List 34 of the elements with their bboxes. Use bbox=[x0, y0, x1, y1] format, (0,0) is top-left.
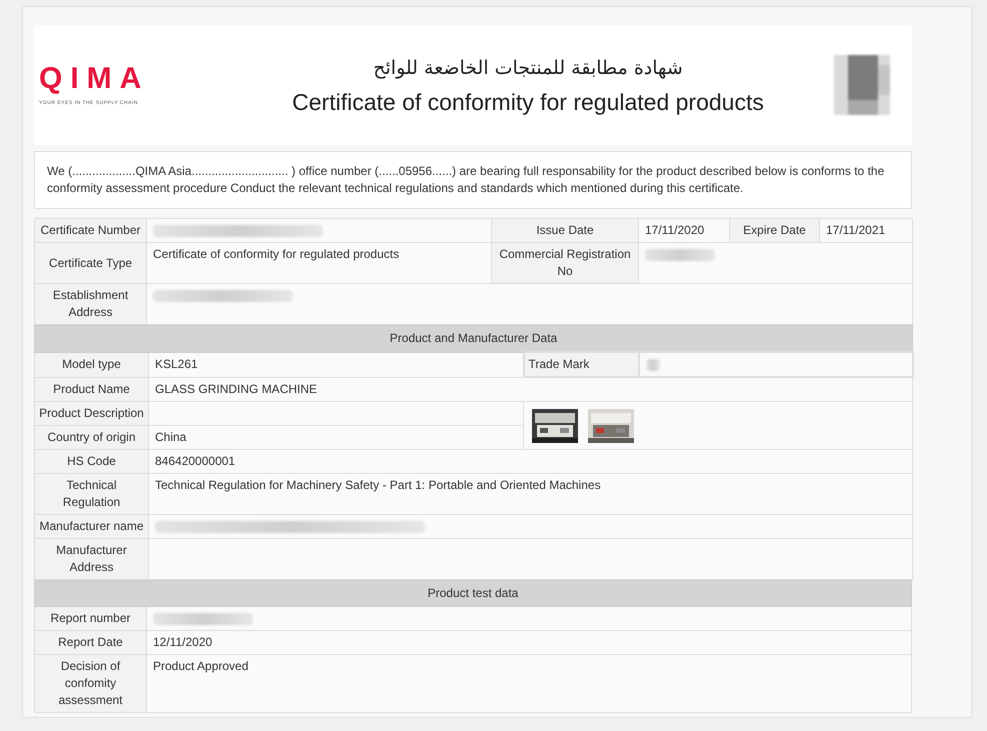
field-value: 12/11/2020 bbox=[153, 635, 212, 649]
section-title: Product test data bbox=[428, 586, 518, 600]
certificate-title: Certificate of conformity for regulated products bbox=[292, 88, 764, 117]
field-label: Technical Regulation bbox=[62, 478, 120, 509]
field-label: Expire Date bbox=[743, 223, 806, 237]
field-value: 17/11/2021 bbox=[826, 223, 886, 237]
field-label: Decision of confomity assessment bbox=[58, 659, 123, 707]
field-value: Certificate of conformity for regulated products bbox=[153, 247, 400, 261]
field-label: Manufacturer name bbox=[39, 519, 144, 533]
logo-wordmark: QIMA bbox=[39, 63, 150, 95]
field-value: GLASS GRINDING MACHINE bbox=[155, 382, 318, 396]
field-label: Model type bbox=[62, 357, 121, 371]
field-label: HS Code bbox=[67, 454, 116, 468]
field-label: Manufacturer Address bbox=[56, 543, 127, 574]
field-label: Trade Mark bbox=[528, 357, 590, 371]
arabic-title: شهادة مطابقة للمنتجات الخاضعة للوائح bbox=[373, 56, 683, 81]
field-label: Report number bbox=[50, 611, 131, 625]
field-label: Commercial Registration No bbox=[499, 247, 631, 278]
field-value: 846420000001 bbox=[155, 454, 236, 468]
field-value: Technical Regulation for Machinery Safety - Part 1: Portable and Oriented Machines bbox=[155, 478, 601, 492]
field-label: Issue Date bbox=[536, 223, 594, 237]
field-value: Product Approved bbox=[153, 659, 248, 673]
field-label: Establishment Address bbox=[52, 288, 128, 319]
field-label: Product Name bbox=[53, 382, 130, 396]
field-label: Certificate Type bbox=[48, 256, 132, 270]
statement-text: We (...................QIMA Asia............................. ) office number (......05956......) are bearing full responsability for the product described below is conforms to the conformity assessment procedure Conduct the relevant technical regulations and standards which mentioned during this certificate. bbox=[47, 163, 886, 197]
field-label: Report Date bbox=[58, 635, 123, 649]
section-title: Product and Manufacturer Data bbox=[390, 331, 558, 345]
field-value: 17/11/2020 bbox=[645, 223, 704, 237]
field-label: Certificate Number bbox=[40, 223, 141, 237]
field-label: Product Description bbox=[39, 406, 144, 420]
field-value: KSL261 bbox=[155, 356, 198, 370]
field-value: China bbox=[155, 430, 186, 444]
field-label: Country of origin bbox=[47, 430, 136, 444]
